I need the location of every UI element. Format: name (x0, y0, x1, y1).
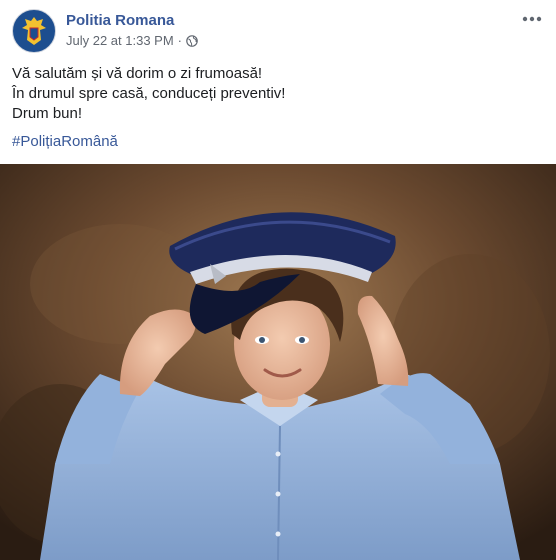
post-header: Politia Romana July 22 at 1:33 PM · (12, 9, 544, 53)
post-line-1: Vă salutăm și vă dorim o zi frumoasă! (12, 65, 263, 82)
post-meta: Politia Romana July 22 at 1:33 PM · (66, 9, 198, 49)
hashtag-link[interactable]: #PolițiaRomână (12, 132, 118, 152)
post-photo[interactable] (0, 164, 556, 560)
page-name-link[interactable]: Politia Romana (66, 11, 198, 31)
photo-illustration (0, 164, 556, 560)
globe-icon[interactable] (186, 35, 198, 47)
post-line-2: În drumul spre casă, conduceți preventiv… (12, 85, 286, 102)
more-horizontal-icon (522, 16, 542, 22)
post-message: Vă salutăm și vă dorim o zi frumoasă! În… (12, 64, 285, 124)
post-line-3: Drum bun! (12, 105, 83, 122)
facebook-post: Politia Romana July 22 at 1:33 PM · Vă s… (0, 0, 556, 560)
more-options-button[interactable] (520, 11, 544, 27)
coat-of-arms-icon (22, 17, 46, 45)
post-timestamp[interactable]: July 22 at 1:33 PM (66, 33, 174, 49)
post-subline: July 22 at 1:33 PM · (66, 33, 198, 49)
page-avatar[interactable] (12, 9, 56, 53)
separator-dot: · (177, 33, 183, 48)
